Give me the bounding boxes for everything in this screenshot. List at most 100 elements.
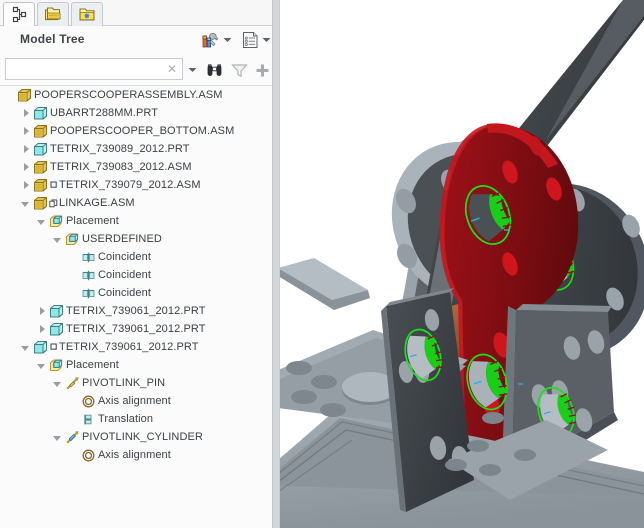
tree-twisty-placeholder [66,284,80,302]
tree-item-userdefined[interactable]: USERDEFINED [0,230,272,248]
tree-item-axis-alignment-1[interactable]: Axis alignment [0,392,272,410]
placement-icon [48,212,65,230]
tree-item-tetrix-739061-a[interactable]: TETRIX_739061_2012.PRT [0,302,272,320]
chevron-down-icon [223,38,232,42]
chevron-right-icon[interactable] [18,104,32,122]
modified-badge-icon [49,338,58,356]
chevron-right-icon[interactable] [18,158,32,176]
chevron-down-icon[interactable] [34,356,48,374]
tree-item-tetrix-739083[interactable]: TETRIX_739083_2012.ASM [0,158,272,176]
list-document-icon [242,32,257,48]
modified-badge-icon [50,181,57,188]
filter-button[interactable] [228,60,250,80]
axis-align-icon [80,446,97,464]
tree-item-label: POOPERSCOOPER_BOTTOM.ASM [50,125,235,137]
settings-dropdown[interactable] [221,30,234,50]
tree-item-ubarrt288mm[interactable]: UBARRT288MM.PRT [0,104,272,122]
add-button[interactable] [253,60,271,80]
chevron-down-icon[interactable] [34,212,48,230]
coincident-icon [82,288,95,298]
tree-item-pooperscooperassembly[interactable]: POOPERSCOOPERASSEMBLY.ASM [0,86,272,104]
assembly-icon [18,88,31,101]
coincident-icon [82,270,95,280]
tree-item-pooperscooper-bottom[interactable]: POOPERSCOOPER_BOTTOM.ASM [0,122,272,140]
coincident-icon [80,248,97,266]
translation-icon [84,414,92,424]
tree-twisty-placeholder [2,86,16,104]
plus-icon [256,64,268,76]
tree-twisty-placeholder [66,248,80,266]
coincident-icon [80,266,97,284]
tree-item-coincident-3[interactable]: Coincident [0,284,272,302]
model-tree-tab[interactable] [3,2,35,26]
model-tree-panel: Model Tree ✕ POOPERSCOOPERASSEMBLY.ASM U… [0,0,272,528]
tree-twisty-placeholder [66,446,80,464]
assembly-icon [34,160,47,173]
placement-icon [48,356,65,374]
tree-item-label: Placement [66,215,119,227]
settings-button[interactable] [198,30,220,50]
tree-item-label: TETRIX_739079_2012.ASM [59,179,201,191]
part-icon [50,304,63,317]
chevron-down-icon[interactable] [50,428,64,446]
modified-badge-icon [50,343,57,350]
funnel-icon [230,63,248,77]
tree-item-label: UBARRT288MM.PRT [50,107,159,119]
tree-item-coincident-1[interactable]: Coincident [0,248,272,266]
display-button[interactable] [240,30,260,50]
tree-item-tetrix-739061-b[interactable]: TETRIX_739061_2012.PRT [0,320,272,338]
chevron-right-icon[interactable] [18,176,32,194]
cad-3d-viewport[interactable] [278,0,644,528]
tree-item-linkage[interactable]: LINKAGE.ASM [0,194,272,212]
search-history-dropdown[interactable] [186,60,199,80]
tree-item-pivotlink-cylinder[interactable]: PIVOTLINK_CYLINDER [0,428,272,446]
tree-item-tetrix-739079[interactable]: TETRIX_739079_2012.ASM [0,176,272,194]
chevron-down-icon[interactable] [50,230,64,248]
tree-item-label: PIVOTLINK_CYLINDER [82,431,204,443]
tree-item-label: Coincident [98,251,151,263]
chevron-right-icon[interactable] [18,140,32,158]
application-window: Model Tree ✕ POOPERSCOOPERASSEMBLY.ASM U… [0,0,644,528]
tree-item-label: POOPERSCOOPERASSEMBLY.ASM [34,89,223,101]
search-input[interactable] [10,60,162,78]
tree-item-placement-linkage[interactable]: Placement [0,212,272,230]
find-button[interactable] [203,60,225,80]
search-field-wrapper[interactable]: ✕ [5,58,183,80]
panel-tab-strip [0,0,272,26]
clear-search-icon[interactable]: ✕ [162,59,182,79]
axis-align-icon [82,395,95,407]
chevron-down-icon[interactable] [50,374,64,392]
tree-item-translation[interactable]: Translation [0,410,272,428]
folder-browser-tab[interactable] [37,2,69,26]
tree-twisty-placeholder [66,410,80,428]
display-dropdown[interactable] [260,30,272,50]
pin-gold-icon [64,374,81,392]
tools-settings-icon [202,32,218,47]
chevron-down-icon[interactable] [18,194,32,212]
tree-item-coincident-2[interactable]: Coincident [0,266,272,284]
tree-item-label: USERDEFINED [82,233,162,245]
chevron-right-icon[interactable] [34,302,48,320]
favorites-tab[interactable] [71,2,103,26]
part-icon [34,340,47,353]
part-icon [50,322,63,335]
tree-item-axis-alignment-2[interactable]: Axis alignment [0,446,272,464]
chevron-right-icon[interactable] [18,122,32,140]
model-tree-list[interactable]: POOPERSCOOPERASSEMBLY.ASM UBARRT288MM.PRT… [0,86,272,528]
tree-item-placement-pivot[interactable]: Placement [0,356,272,374]
tree-item-label: TETRIX_739089_2012.PRT [50,143,190,155]
panel-resize-divider[interactable] [272,0,280,528]
tree-item-label: TETRIX_739083_2012.ASM [50,161,192,173]
chevron-right-icon[interactable] [34,320,48,338]
part-icon [48,302,65,320]
tree-twisty-placeholder [66,392,80,410]
tree-item-label: TETRIX_739061_2012.PRT [66,323,206,335]
page-title: Model Tree [20,32,85,46]
assembly-icon [32,158,49,176]
tree-item-tetrix-739061-c[interactable]: TETRIX_739061_2012.PRT [0,338,272,356]
tree-item-tetrix-739089[interactable]: TETRIX_739089_2012.PRT [0,140,272,158]
tree-item-pivotlink-pin[interactable]: PIVOTLINK_PIN [0,374,272,392]
pin-gold-icon [66,376,79,389]
coincident-icon [80,284,97,302]
chevron-down-icon[interactable] [18,338,32,356]
